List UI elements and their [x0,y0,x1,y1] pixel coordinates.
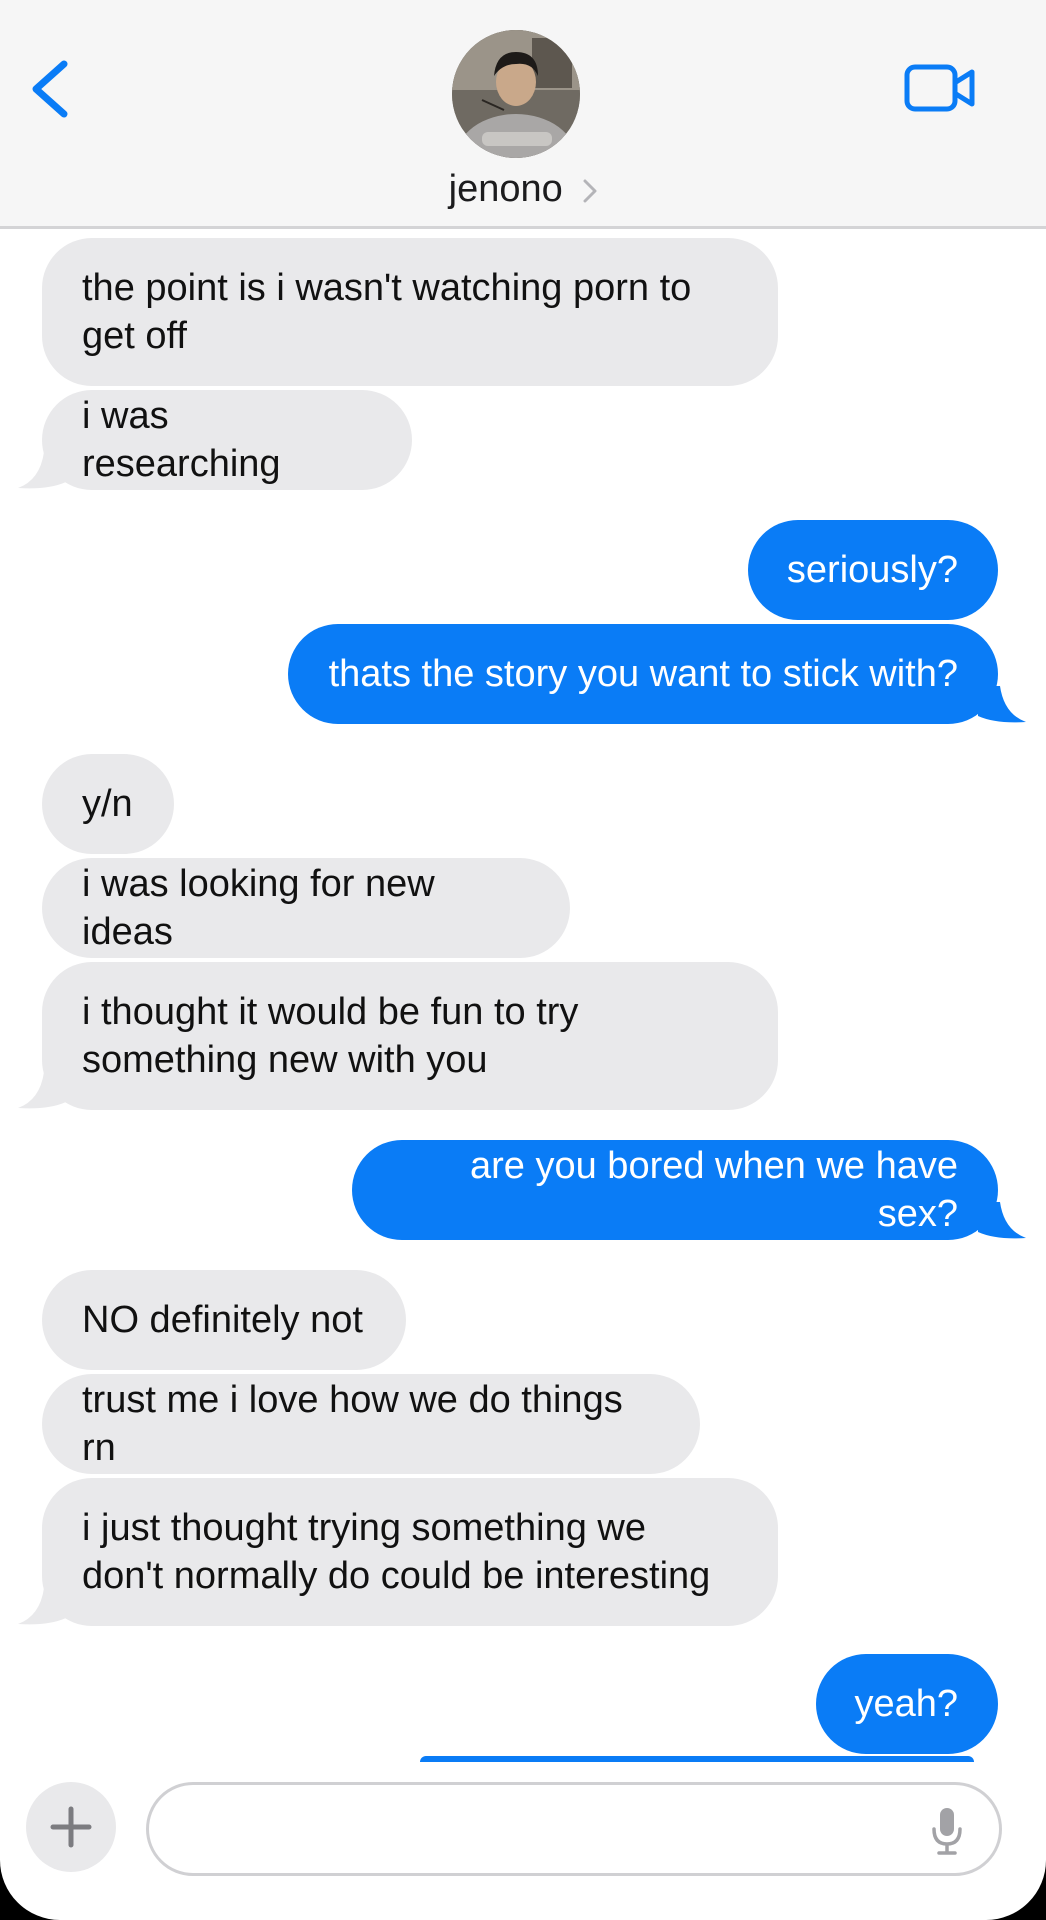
bubble-tail [978,1202,1026,1239]
incoming-message[interactable]: the point is i wasn't watching porn to g… [42,238,778,386]
messages-screen: jenono the point is i wasn't watching po… [0,0,1046,1920]
message-text: i just thought trying something we [82,1507,646,1549]
back-button[interactable] [26,56,76,122]
message-text: are you bored when we have sex? [470,1145,958,1235]
add-attachment-button[interactable] [26,1782,116,1872]
message-text: yeah? [854,1683,958,1725]
incoming-message[interactable]: y/n [42,754,174,854]
message-input-container[interactable] [146,1782,1002,1876]
message-text: i thought it would be fun to try [82,991,579,1033]
contact-avatar[interactable] [452,30,580,158]
outgoing-message[interactable]: are you bored when we have sex? [352,1140,998,1240]
message-text: i was looking for new ideas [82,863,435,953]
video-camera-icon [904,64,975,112]
bubble-tail [18,1588,66,1625]
contact-name-button[interactable]: jenono [0,166,1046,212]
bubble-tail [18,452,66,489]
message-text: don't normally do could be interesting [82,1555,711,1597]
conversation-header: jenono [0,0,1046,229]
outgoing-message[interactable]: seriously? [748,520,998,620]
dictation-button[interactable] [929,1805,965,1857]
outgoing-message[interactable]: yeah? [816,1654,998,1754]
incoming-message[interactable]: i thought it would be fun to try somethi… [42,962,778,1110]
message-input[interactable] [181,1805,865,1857]
video-call-button[interactable] [904,62,976,114]
chevron-left-icon [32,60,68,118]
outgoing-message-partial[interactable] [420,1756,974,1762]
plus-icon [50,1806,92,1848]
message-text: i was researching [82,395,281,485]
message-text: the point is i wasn't watching porn to [82,267,692,309]
incoming-message[interactable]: NO definitely not [42,1270,406,1370]
incoming-message[interactable]: i just thought trying something we don't… [42,1478,778,1626]
incoming-message[interactable]: trust me i love how we do things rn [42,1374,700,1474]
incoming-message[interactable]: i was researching [42,390,412,490]
bubble-tail [978,686,1026,723]
message-text: y/n [82,783,133,825]
avatar-photo [452,30,580,158]
incoming-message[interactable]: i was looking for new ideas [42,858,570,958]
message-text: something new with you [82,1039,488,1081]
bubble-tail [18,1072,66,1109]
message-text: trust me i love how we do things rn [82,1379,623,1469]
chevron-right-icon [583,179,597,203]
microphone-icon [932,1808,962,1855]
message-text: seriously? [786,549,958,591]
message-text: thats the story you want to stick with? [328,653,958,695]
outgoing-message[interactable]: thats the story you want to stick with? [288,624,998,724]
message-text: get off [82,315,187,357]
contact-name-label: jenono [448,168,563,210]
message-text: NO definitely not [82,1299,363,1341]
